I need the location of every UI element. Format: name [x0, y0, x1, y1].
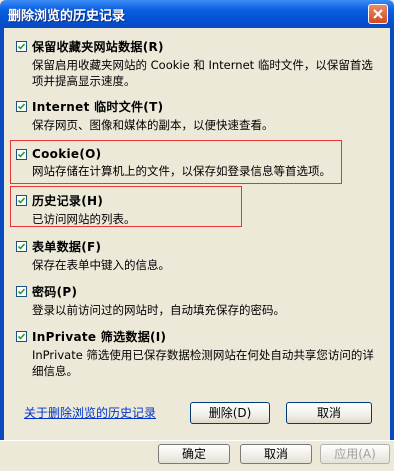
checkbox-passwords[interactable]	[16, 286, 27, 297]
checkmark-icon	[17, 43, 26, 50]
option-history: 历史记录(H) 已访问网站的列表。	[16, 192, 376, 227]
close-icon	[373, 9, 383, 19]
title-bar: 删除浏览的历史记录	[0, 0, 394, 28]
option-description: InPrivate 筛选使用已保存数据检测网站在何处自动共享您访问的详细信息。	[32, 348, 374, 378]
option-label: Cookie(O)	[32, 147, 102, 161]
option-label: Internet 临时文件(T)	[32, 100, 164, 114]
delete-button[interactable]: 删除(D)	[190, 402, 270, 424]
option-description: 保存网页、图像和媒体的副本，以便快速查看。	[32, 118, 274, 132]
option-label: 表单数据(F)	[32, 240, 102, 254]
checkmark-icon	[17, 288, 26, 295]
checkbox-form-data[interactable]	[16, 241, 27, 252]
option-label: 保留收藏夹网站数据(R)	[32, 40, 164, 54]
option-label: InPrivate 筛选数据(I)	[32, 330, 167, 344]
option-description: 保留启用收藏夹网站的 Cookie 和 Internet 临时文件，以保留首选项…	[32, 58, 373, 88]
cancel-button[interactable]: 取消	[286, 402, 372, 424]
option-label: 历史记录(H)	[32, 194, 104, 208]
checkbox-temp-files[interactable]	[16, 101, 27, 112]
checkbox-history[interactable]	[16, 195, 27, 206]
dialog-body: 保留收藏夹网站数据(R) 保留启用收藏夹网站的 Cookie 和 Interne…	[4, 28, 390, 440]
option-preserve-favorites: 保留收藏夹网站数据(R) 保留启用收藏夹网站的 Cookie 和 Interne…	[16, 38, 376, 89]
checkbox-inprivate[interactable]	[16, 331, 27, 342]
checkmark-icon	[17, 333, 26, 340]
close-button[interactable]	[368, 4, 388, 24]
checkbox-preserve-favorites[interactable]	[16, 41, 27, 52]
option-passwords: 密码(P) 登录以前访问过的网站时，自动填充保存的密码。	[16, 283, 376, 318]
checkmark-icon	[17, 197, 26, 204]
option-label: 密码(P)	[32, 285, 78, 299]
option-description: 网站存储在计算机上的文件，以保存如登录信息等首选项。	[32, 164, 331, 178]
checkbox-cookies[interactable]	[16, 148, 27, 160]
underlying-apply-button[interactable]: 应用(A)	[320, 444, 390, 464]
checkmark-icon	[17, 243, 26, 250]
underlying-cancel-button[interactable]: 取消	[240, 444, 312, 464]
window-frame-right	[390, 28, 394, 471]
about-delete-history-link[interactable]: 关于删除浏览的历史记录	[24, 404, 156, 421]
checkmark-icon	[17, 150, 26, 158]
option-description: 已访问网站的列表。	[32, 212, 136, 226]
option-description: 保存在表单中键入的信息。	[32, 258, 170, 272]
underlying-ok-button[interactable]: 确定	[158, 444, 230, 464]
option-cookies: Cookie(O) 网站存储在计算机上的文件，以保存如登录信息等首选项。	[16, 147, 376, 179]
option-temp-files: Internet 临时文件(T) 保存网页、图像和媒体的副本，以便快速查看。	[16, 98, 376, 133]
option-description: 登录以前访问过的网站时，自动填充保存的密码。	[32, 303, 285, 317]
option-form-data: 表单数据(F) 保存在表单中键入的信息。	[16, 238, 376, 273]
checkmark-icon	[17, 103, 26, 110]
window-title: 删除浏览的历史记录	[8, 9, 126, 24]
option-inprivate: InPrivate 筛选数据(I) InPrivate 筛选使用已保存数据检测网…	[16, 328, 376, 379]
